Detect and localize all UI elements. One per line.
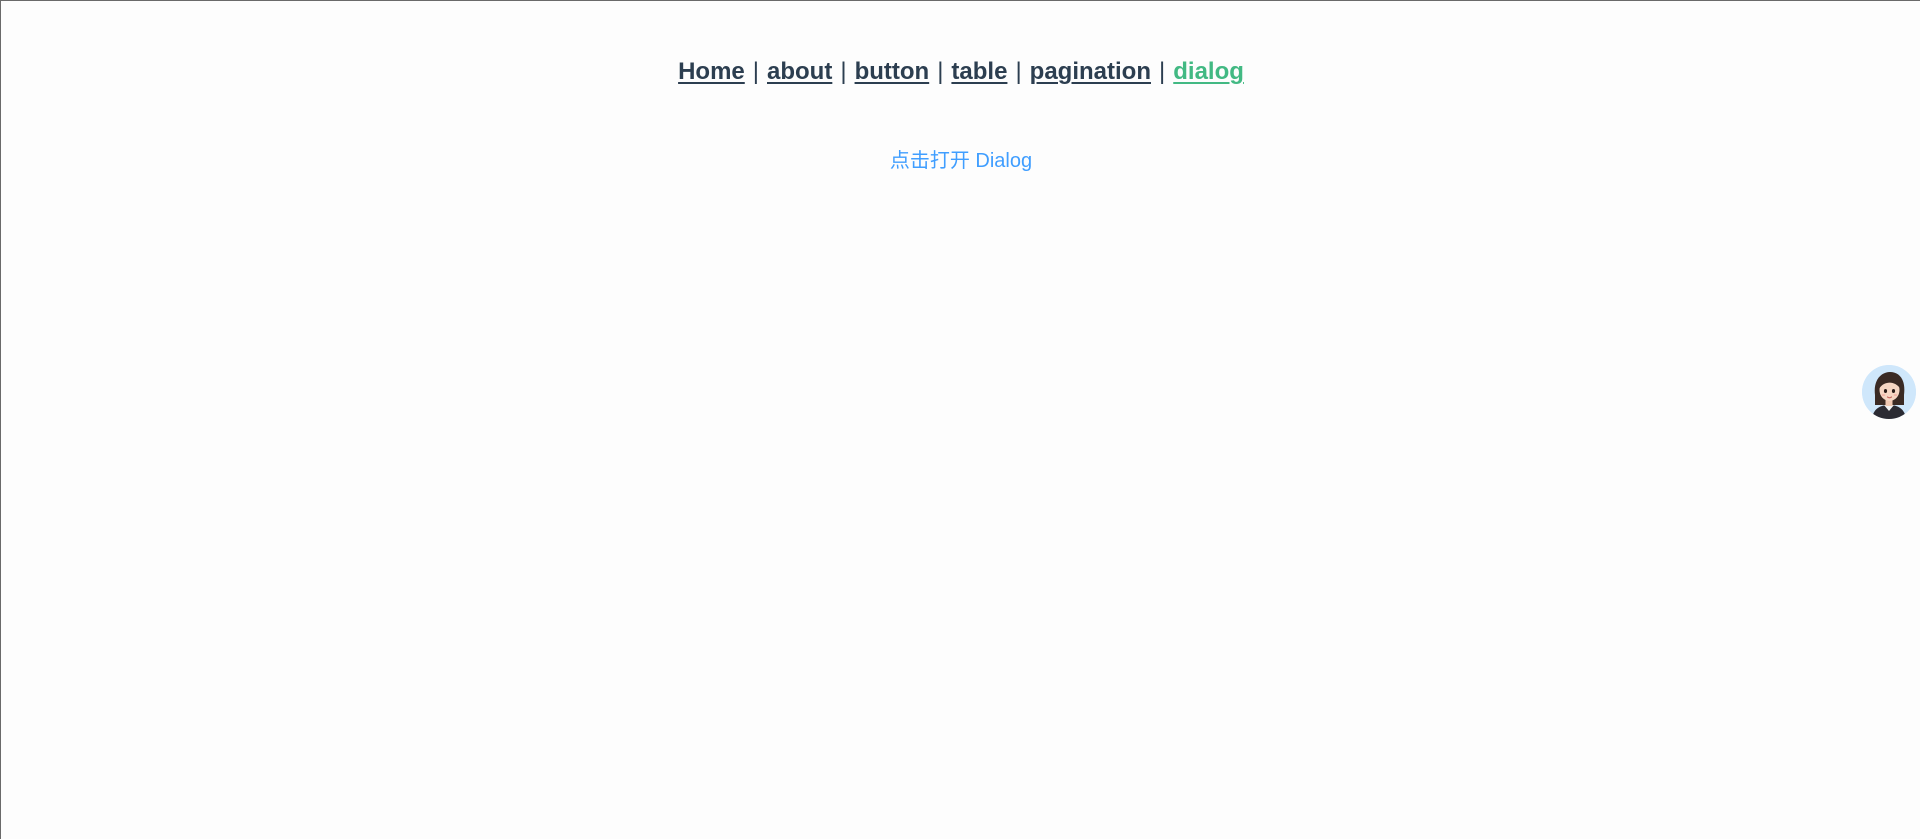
nav-link-button[interactable]: button bbox=[855, 58, 930, 85]
top-nav: Home | about | button | table | pagination | dialo… bbox=[1, 56, 1920, 88]
nav-separator: | bbox=[1015, 58, 1022, 85]
nav-separator: | bbox=[1159, 58, 1166, 85]
assistant-avatar[interactable] bbox=[1862, 365, 1916, 419]
nav-separator: | bbox=[752, 58, 759, 85]
nav-link-home[interactable]: Home bbox=[678, 58, 745, 85]
nav-separator: | bbox=[840, 58, 847, 85]
open-dialog-button[interactable]: 点击打开 Dialog bbox=[890, 150, 1032, 172]
nav-link-about[interactable]: about bbox=[767, 58, 832, 85]
nav-separator: | bbox=[937, 58, 944, 85]
nav-link-dialog[interactable]: dialog bbox=[1173, 58, 1244, 85]
nav-link-table[interactable]: table bbox=[951, 58, 1007, 85]
avatar-icon bbox=[1862, 365, 1916, 419]
nav-link-pagination[interactable]: pagination bbox=[1030, 58, 1151, 85]
open-dialog-row: 点击打开 Dialog bbox=[1, 147, 1920, 175]
page-frame: Home | about | button | table | pagination | dialo… bbox=[0, 0, 1920, 839]
